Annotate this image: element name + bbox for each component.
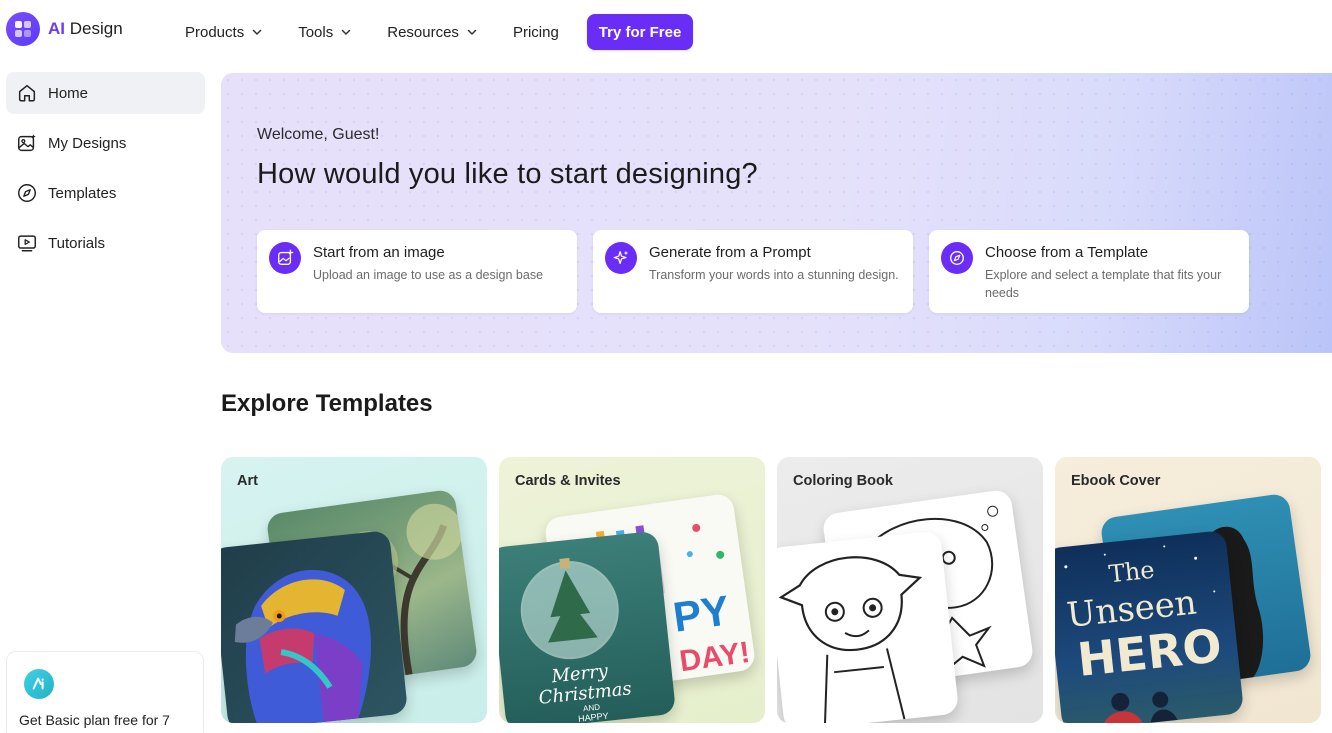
- welcome-text: Welcome, Guest!: [257, 126, 380, 143]
- explore-templates-title: Explore Templates: [221, 390, 433, 417]
- chevron-down-icon: [252, 29, 262, 35]
- ebook-front-image: The Unseen HERO: [1055, 529, 1245, 723]
- compass-icon: [18, 184, 36, 202]
- template-card-label: Cards & Invites: [515, 473, 621, 489]
- generate-from-prompt-card[interactable]: Generate from a Prompt Transform your wo…: [593, 230, 913, 313]
- ebook-cover-text: The: [1107, 556, 1155, 589]
- option-description: Upload an image to use as a design base: [313, 268, 544, 282]
- template-card-label: Coloring Book: [793, 473, 893, 489]
- brand-logo-icon: [6, 12, 40, 46]
- nav-resources-label: Resources: [387, 23, 459, 41]
- image-upload-icon: [269, 242, 301, 274]
- template-card-coloring-book[interactable]: Coloring Book: [777, 457, 1043, 723]
- sidebar-item-home[interactable]: Home: [6, 72, 205, 114]
- nav-pricing[interactable]: Pricing: [513, 17, 559, 47]
- sidebar: Home My Designs Templates Tutorials: [6, 72, 205, 272]
- nav-pricing-label: Pricing: [512, 23, 559, 41]
- sidebar-item-label: Tutorials: [48, 234, 105, 252]
- template-card-label: Ebook Cover: [1071, 473, 1161, 489]
- brand-logo-link[interactable]: AI Design: [6, 12, 123, 46]
- chevron-down-icon: [341, 29, 351, 35]
- try-for-free-button[interactable]: Try for Free: [586, 14, 694, 50]
- template-card-cards-invites[interactable]: Cards & Invites PY DAY! Merry Christmas …: [499, 457, 765, 723]
- ai-logo-icon: [24, 669, 54, 699]
- template-card-label: Art: [237, 473, 258, 489]
- promo-text: Get Basic plan free for 7: [19, 712, 170, 728]
- hero-title: How would you like to start designing?: [257, 158, 758, 190]
- birthday-card-text: DAY!: [677, 636, 751, 679]
- christmas-card-image: Merry Christmas AND HAPPY: [499, 530, 677, 723]
- nav-products[interactable]: Products: [185, 17, 264, 47]
- sidebar-item-templates[interactable]: Templates: [6, 172, 205, 214]
- start-from-image-card[interactable]: Start from an image Upload an image to u…: [257, 230, 577, 313]
- promo-card[interactable]: Get Basic plan free for 7: [6, 651, 204, 733]
- top-navigation: AI Design Products Tools Resources Prici…: [0, 0, 1332, 60]
- birthday-card-text: PY: [670, 586, 732, 640]
- nav-resources[interactable]: Resources: [387, 17, 479, 47]
- compass-icon: [941, 242, 973, 274]
- chevron-down-icon: [467, 29, 477, 35]
- images-icon: [18, 134, 36, 152]
- sidebar-item-label: My Designs: [48, 134, 127, 152]
- sparkle-icon: [605, 242, 637, 274]
- christmas-card-text: HAPPY: [578, 711, 609, 723]
- home-icon: [18, 84, 36, 102]
- main-nav: Products Tools Resources Pricing Try for…: [185, 14, 694, 50]
- template-card-ebook-cover[interactable]: Ebook Cover The Unseen HERO: [1055, 457, 1321, 723]
- sidebar-item-label: Templates: [48, 184, 117, 202]
- brand-name: AI Design: [48, 19, 123, 38]
- hero-banner: Welcome, Guest! How would you like to st…: [221, 73, 1332, 353]
- option-title: Start from an image: [313, 244, 445, 261]
- option-description: Transform your words into a stunning des…: [649, 268, 899, 282]
- choose-from-template-card[interactable]: Choose from a Template Explore and selec…: [929, 230, 1249, 313]
- play-icon: [18, 235, 36, 252]
- sidebar-item-tutorials[interactable]: Tutorials: [6, 222, 205, 264]
- coloring-front-image: [777, 530, 960, 723]
- nav-tools-label: Tools: [298, 23, 334, 41]
- nav-products-label: Products: [185, 23, 245, 41]
- template-card-art[interactable]: Art: [221, 457, 487, 723]
- sidebar-item-label: Home: [48, 84, 89, 102]
- art-front-image: [221, 530, 409, 723]
- option-title: Generate from a Prompt: [649, 244, 811, 261]
- option-title: Choose from a Template: [985, 244, 1149, 261]
- option-description: Explore and select a template that fits …: [985, 268, 1222, 300]
- sidebar-item-my-designs[interactable]: My Designs: [6, 122, 205, 164]
- nav-tools[interactable]: Tools: [298, 17, 353, 47]
